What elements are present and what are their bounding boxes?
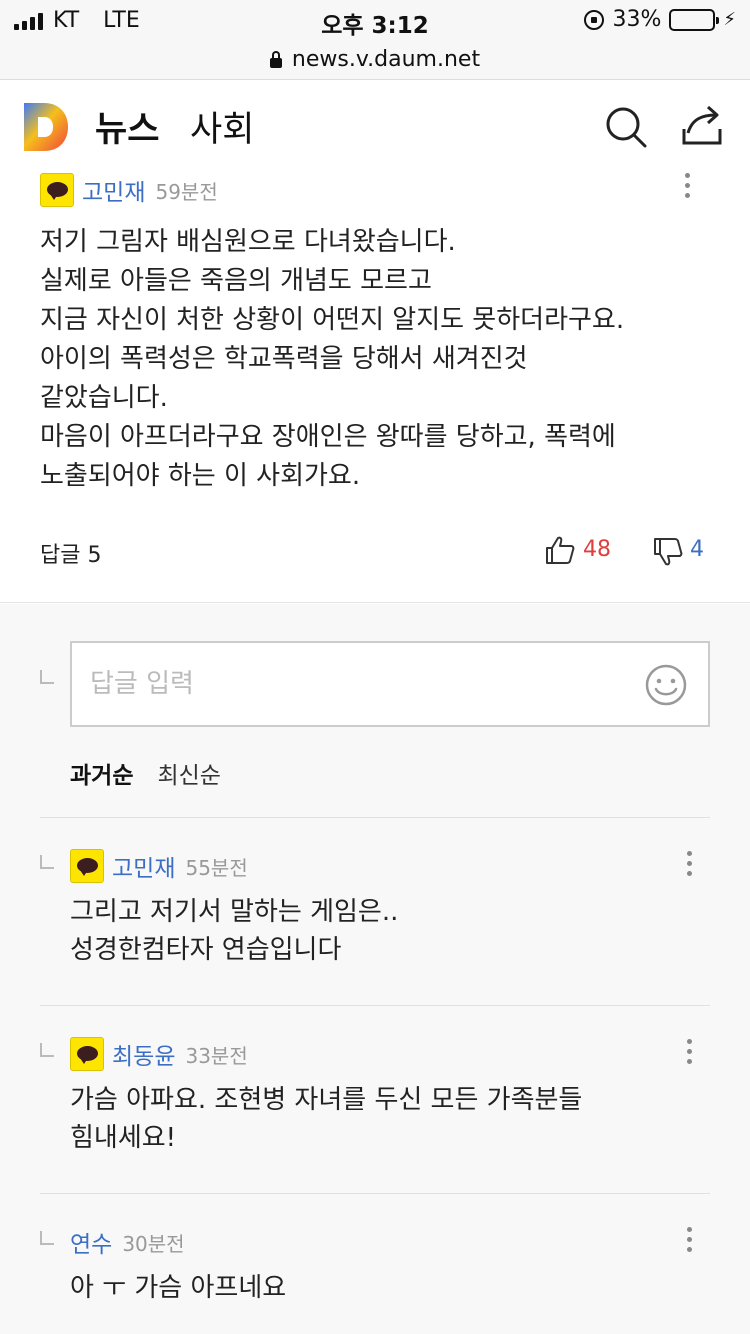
divider: [40, 1005, 710, 1006]
emoticon-icon[interactable]: [644, 663, 688, 707]
app-header: 뉴스 사회: [0, 81, 750, 169]
comment-meta: 고민재 59분전: [40, 173, 218, 207]
thumbs-down-icon[interactable]: [653, 537, 683, 567]
daum-logo-icon[interactable]: [22, 101, 70, 153]
share-icon[interactable]: [680, 103, 724, 147]
reply-indent-icon: [40, 1043, 54, 1057]
replies-count-button[interactable]: 답글 5: [40, 537, 101, 569]
reply-indent-icon: [40, 855, 54, 869]
more-options-icon[interactable]: [682, 173, 692, 203]
kakao-icon: [70, 1037, 104, 1071]
reply-time: 55분전: [185, 855, 248, 880]
lock-icon: [269, 50, 282, 68]
kakao-icon: [70, 849, 104, 883]
battery-percent: 33%: [612, 7, 662, 32]
more-options-icon[interactable]: [684, 851, 694, 881]
url-text: news.v.daum.net: [291, 47, 481, 72]
charging-icon: ⚡: [723, 9, 736, 30]
reply-area: 과거순 최신순 고민재 55분전 그리고 저기서 말하는 게임은.. 성경한컴타…: [0, 604, 750, 1334]
reply-input[interactable]: [90, 663, 610, 705]
section-title[interactable]: 사회: [190, 101, 254, 152]
reply-indent-icon: [40, 670, 54, 684]
url-bar[interactable]: news.v.daum.net: [0, 40, 750, 80]
reply-meta: 연수 30분전: [70, 1225, 185, 1259]
rotation-lock-icon: [584, 9, 605, 30]
sort-newest-tab[interactable]: 최신순: [157, 756, 220, 790]
sort-oldest-tab[interactable]: 과거순: [70, 756, 133, 790]
thumbs-up-icon[interactable]: [545, 535, 575, 565]
more-options-icon[interactable]: [684, 1039, 694, 1069]
reply-input-box[interactable]: [70, 641, 710, 727]
reply-text: 가슴 아파요. 조현병 자녀를 두신 모든 가족분들 힘내세요!: [70, 1085, 583, 1153]
status-bar: KT LTE 오후 3:12 33% ⚡: [0, 0, 750, 40]
status-right: 33% ⚡: [584, 7, 736, 32]
reply-meta: 고민재 55분전: [70, 849, 248, 883]
comment-time: 59분전: [155, 179, 218, 204]
main-comment: 고민재 59분전 저기 그림자 배심원으로 다녀왔습니다. 실제로 아들은 죽음…: [0, 169, 750, 603]
comment-author[interactable]: 고민재: [82, 173, 145, 207]
search-icon[interactable]: [604, 105, 648, 149]
reply-author[interactable]: 연수: [70, 1225, 112, 1259]
kakao-icon: [40, 173, 74, 207]
reply-time: 33분전: [185, 1043, 248, 1068]
reply-time: 30분전: [122, 1231, 185, 1256]
brand-title[interactable]: 뉴스: [95, 101, 159, 152]
dislike-count: 4: [690, 537, 704, 562]
battery-icon: [669, 8, 720, 31]
reply-text: 그리고 저기서 말하는 게임은.. 성경한컴타자 연습입니다: [70, 897, 399, 965]
divider: [40, 817, 710, 818]
reply-indent-icon: [40, 1231, 54, 1245]
reply-author[interactable]: 최동윤: [112, 1037, 175, 1071]
reply-text: 아 ㅜ 가슴 아프네요: [70, 1273, 287, 1303]
divider: [40, 1193, 710, 1194]
reply-meta: 최동윤 33분전: [70, 1037, 248, 1071]
more-options-icon[interactable]: [684, 1227, 694, 1257]
sort-tabs: 과거순 최신순: [70, 756, 221, 790]
comment-text: 저기 그림자 배심원으로 다녀왔습니다. 실제로 아들은 죽음의 개념도 모르고…: [40, 227, 625, 491]
reply-author[interactable]: 고민재: [112, 849, 175, 883]
like-count: 48: [583, 537, 611, 562]
